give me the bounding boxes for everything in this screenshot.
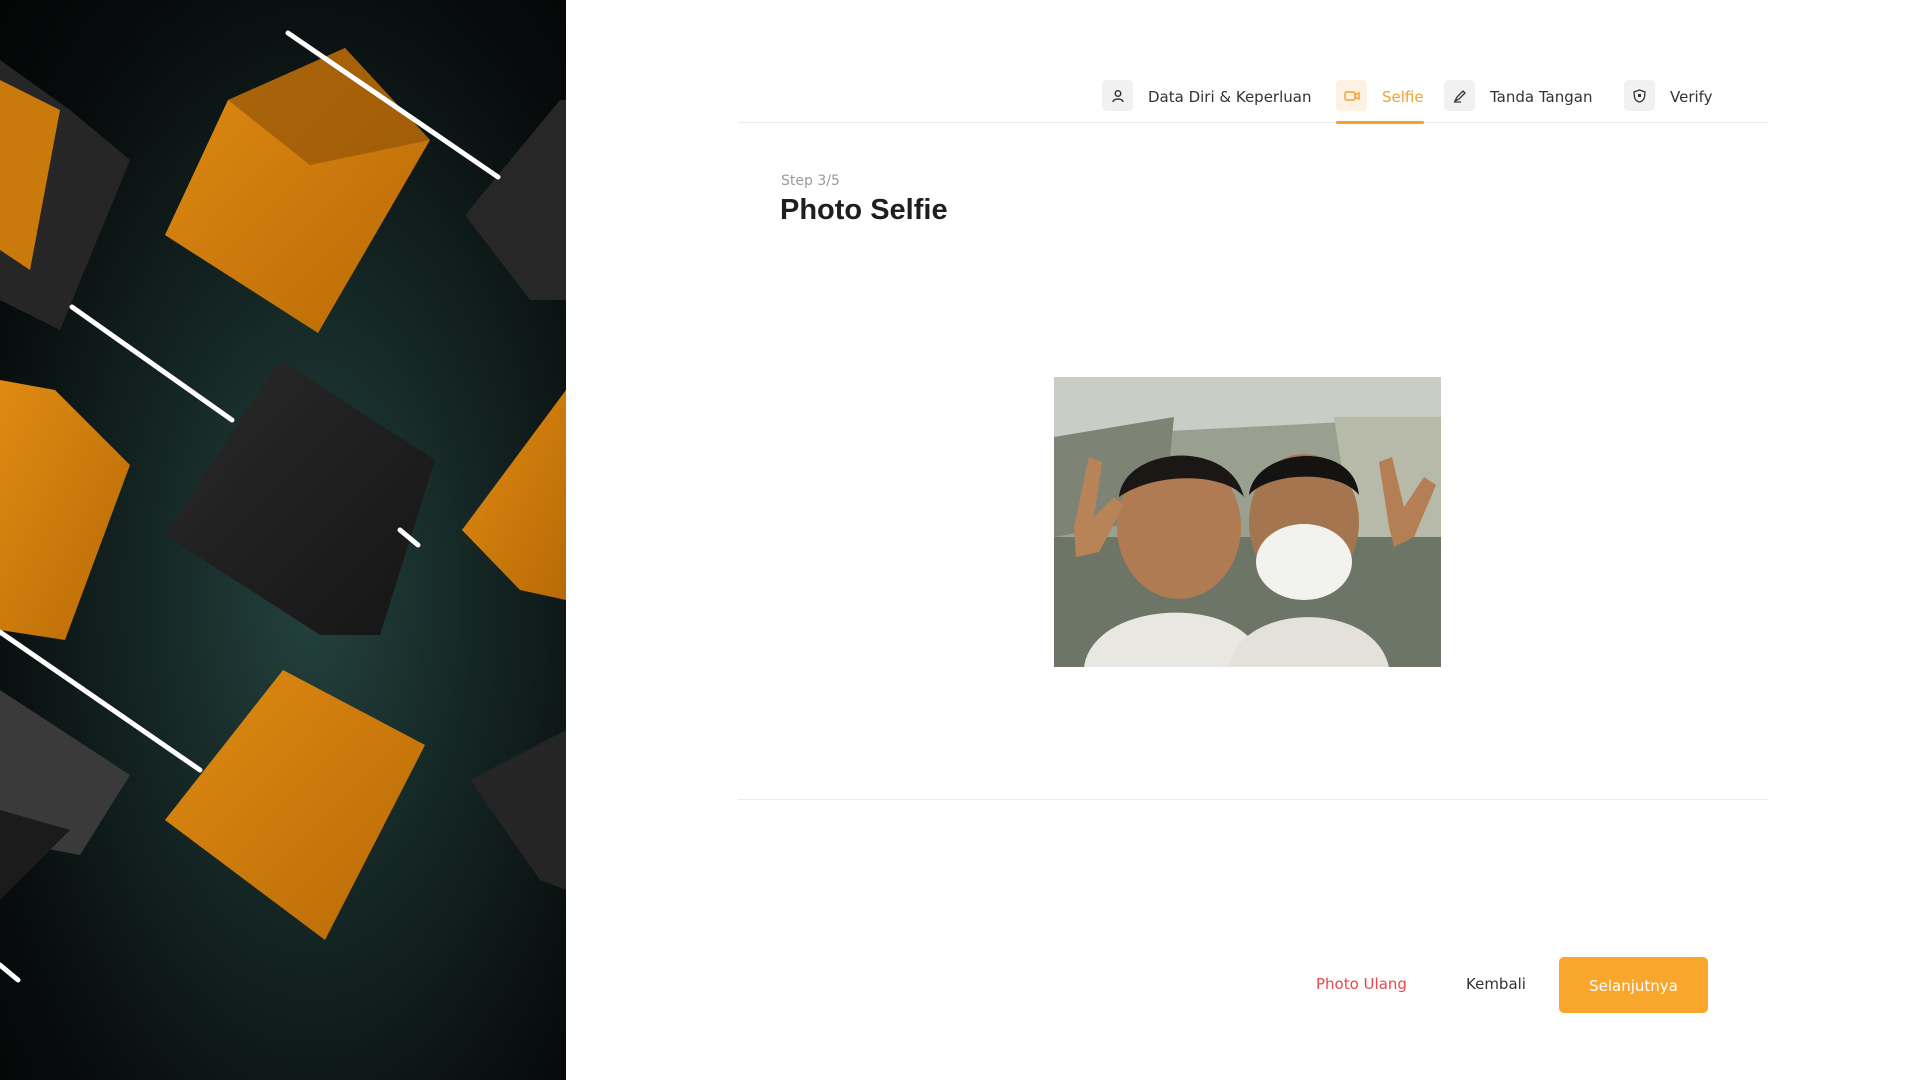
active-step-indicator (1336, 121, 1424, 124)
step-label-verify: Verify (1670, 88, 1713, 106)
cube-top-left (0, 60, 130, 330)
selfie-photo (1054, 377, 1441, 667)
step-selfie[interactable]: Selfie (1336, 80, 1424, 124)
cube-top-center (165, 48, 430, 333)
page-title: Photo Selfie (780, 194, 948, 226)
step-counter: Step 3/5 (781, 173, 840, 189)
cube-bottom-left (0, 690, 130, 900)
decorative-art-panel (0, 0, 566, 1080)
user-icon (1102, 80, 1133, 111)
step-data-diri[interactable]: Data Diri & Keperluan (1102, 80, 1311, 120)
selfie-photo-image (1054, 377, 1441, 667)
stepper: Data Diri & Keperluan Selfie Tanda Tanga… (738, 62, 1768, 124)
cube-bottom-right (470, 730, 566, 890)
form-content: Data Diri & Keperluan Selfie Tanda Tanga… (566, 0, 1920, 1080)
retake-photo-button[interactable]: Photo Ulang (1310, 974, 1413, 994)
divider (738, 799, 1768, 800)
pen-icon (1444, 80, 1475, 111)
step-label-selfie: Selfie (1382, 88, 1424, 106)
cube-right-middle (462, 390, 566, 600)
cube-left-middle (0, 380, 130, 640)
next-button[interactable]: Selanjutnya (1559, 957, 1708, 1013)
cube-bottom-center (165, 670, 425, 940)
step-verify[interactable]: Verify (1624, 80, 1713, 120)
isometric-cubes-artwork (0, 30, 566, 983)
step-label-tanda-tangan: Tanda Tangan (1490, 88, 1593, 106)
cube-right-top (465, 100, 566, 300)
step-tanda-tangan[interactable]: Tanda Tangan (1444, 80, 1592, 120)
back-button[interactable]: Kembali (1460, 974, 1532, 994)
camera-icon (1336, 80, 1367, 111)
step-label-data-diri: Data Diri & Keperluan (1148, 88, 1312, 106)
shield-icon (1624, 80, 1655, 111)
